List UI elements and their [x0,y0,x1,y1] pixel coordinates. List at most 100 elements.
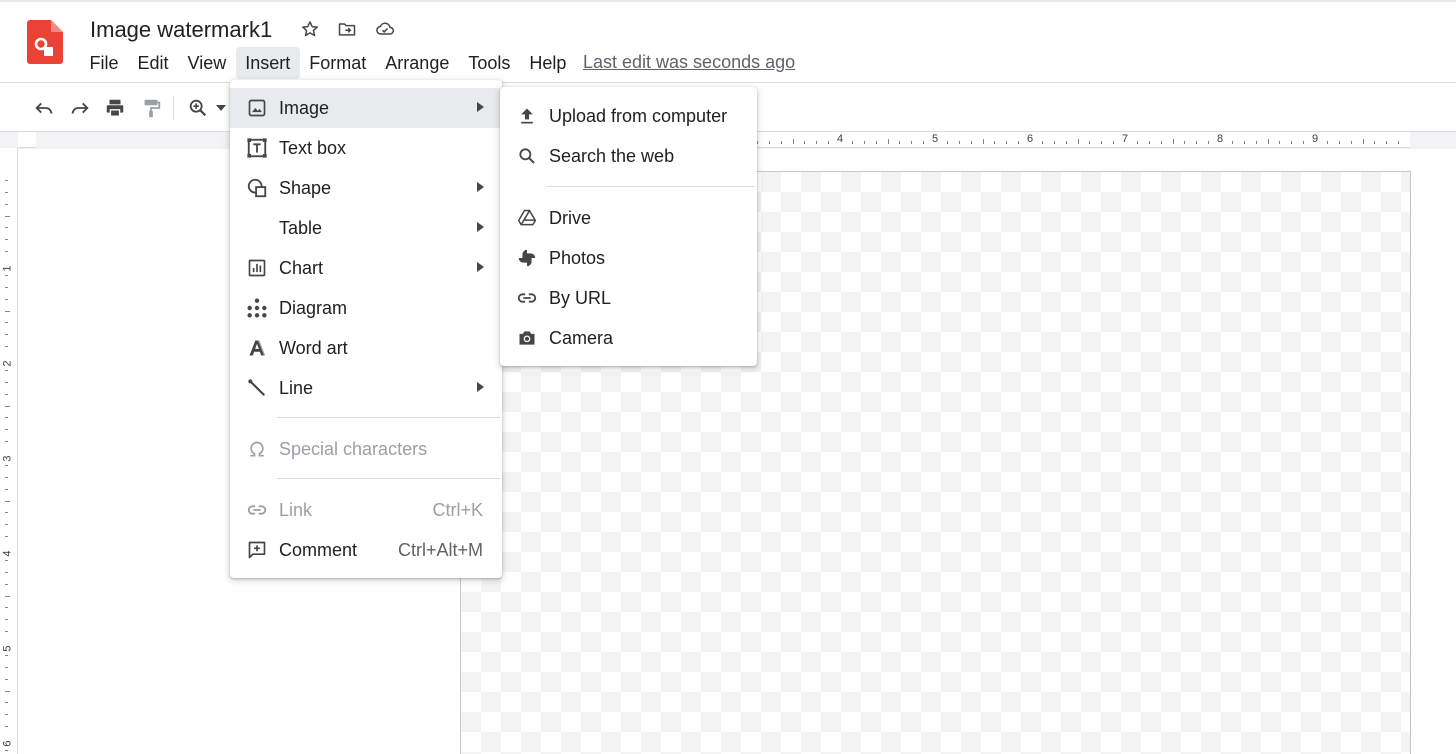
menu-item-diagram[interactable]: Diagram [230,288,502,328]
ruler-tick [1149,141,1150,144]
ruler-tick [5,394,8,395]
shortcut-label: Ctrl+K [432,500,483,520]
ruler-tick [1196,141,1197,144]
ruler-tick [5,441,8,442]
menu-item-word-art[interactable]: Word art [230,328,502,368]
ruler-tick [1042,141,1043,144]
document-title[interactable]: Image watermark1 [90,16,272,44]
ruler-tick [1006,141,1007,144]
menu-item-label: Photos [549,248,606,268]
menu-edit[interactable]: Edit [128,47,178,79]
menu-item-link[interactable]: Link Ctrl+K [230,490,502,530]
ruler-tick [804,141,805,144]
ruler-tick [1054,141,1055,144]
image-submenu: Upload from computer Search the web Driv… [500,87,757,366]
cloud-saved-icon[interactable] [374,18,396,40]
image-icon [246,97,268,119]
ruler-tick [5,382,8,383]
menu-item-drive[interactable]: Drive [500,198,757,238]
ruler-tick [5,512,8,513]
ruler-tick [5,631,8,632]
ruler-tick [757,141,758,144]
menu-separator [547,186,755,187]
ruler-tick [5,714,8,715]
text-box-icon [246,137,268,159]
menu-view[interactable]: View [178,47,236,79]
menu-tools[interactable]: Tools [459,47,520,79]
ruler-tick [5,406,10,407]
menu-item-photos[interactable]: Photos [500,238,757,278]
ruler-tick [5,299,8,300]
menu-item-label: Word art [279,338,348,358]
ruler-tick [1351,141,1352,144]
print-icon[interactable] [102,95,128,121]
ruler-tick [5,584,8,585]
vertical-ruler[interactable]: 1 2 3 4 5 6 [0,148,18,754]
redo-icon[interactable] [67,95,93,121]
menu-item-by-url[interactable]: By URL [500,278,757,318]
move-to-folder-icon[interactable] [336,18,358,40]
ruler-tick [1173,139,1174,144]
menu-item-label: Line [279,378,314,398]
ruler-tick [947,141,948,144]
ruler-tick [5,251,8,252]
ruler-tick [5,619,8,620]
menu-item-special-characters[interactable]: Special characters [230,429,502,469]
star-icon[interactable] [299,18,321,40]
menu-item-comment[interactable]: Comment Ctrl+Alt+M [230,530,502,570]
menu-item-camera[interactable]: Camera [500,318,757,358]
ruler-tick [5,572,8,573]
ruler-tick [1232,141,1233,144]
ruler-tick [5,465,8,466]
ruler-tick [5,560,8,561]
menu-file[interactable]: File [80,47,128,79]
zoom-dropdown-icon[interactable] [214,95,228,121]
ruler-tick [5,275,8,276]
menu-item-line[interactable]: Line [230,368,502,408]
last-edit-link[interactable]: Last edit was seconds ago [583,51,795,73]
ruler-tick [5,501,10,502]
paint-format-icon[interactable] [138,95,164,121]
ruler-tick [828,141,829,144]
menu-item-label: Camera [549,328,614,348]
shortcut-label: Ctrl+Alt+M [397,540,483,560]
menu-item-shape[interactable]: Shape [230,168,502,208]
ruler-tick [1113,141,1114,144]
submenu-arrow-icon [477,102,484,112]
ruler-tick [5,524,8,525]
menu-item-search-the-web[interactable]: Search the web [500,136,757,176]
ruler-tick [5,370,8,371]
menu-arrange[interactable]: Arrange [376,47,459,79]
ruler-tick [888,139,889,144]
ruler-label: 9 [1312,133,1319,145]
ruler-tick [899,141,900,144]
undo-icon[interactable] [31,95,57,121]
camera-icon [516,327,538,349]
diagram-icon [246,297,268,319]
menu-item-upload-from-computer[interactable]: Upload from computer [500,96,757,136]
drive-icon [516,207,538,229]
ruler-tick [1089,141,1090,144]
menu-insert[interactable]: Insert [235,47,300,79]
ruler-tick [864,141,865,144]
menu-item-chart[interactable]: Chart [230,248,502,288]
menu-item-label: Chart [279,258,324,278]
menu-item-text-box[interactable]: Text box [230,128,502,168]
menu-format[interactable]: Format [300,47,376,79]
zoom-icon[interactable] [185,95,211,121]
menu-item-label: Search the web [549,146,675,166]
ruler-tick [911,141,912,144]
ruler-tick [1184,141,1185,144]
ruler-tick [1398,141,1399,144]
menu-item-label: Upload from computer [549,106,728,126]
ruler-tick [5,322,8,323]
drawings-logo-icon[interactable] [27,20,63,64]
ruler-tick [1256,141,1257,144]
menu-item-image[interactable]: Image [230,88,502,128]
menu-item-table[interactable]: Table [230,208,502,248]
menu-item-label: Shape [279,178,332,198]
ruler-tick [5,702,8,703]
menu-help[interactable]: Help [520,47,576,79]
ruler-tick [1303,141,1304,144]
menu-item-label: Diagram [279,298,348,318]
